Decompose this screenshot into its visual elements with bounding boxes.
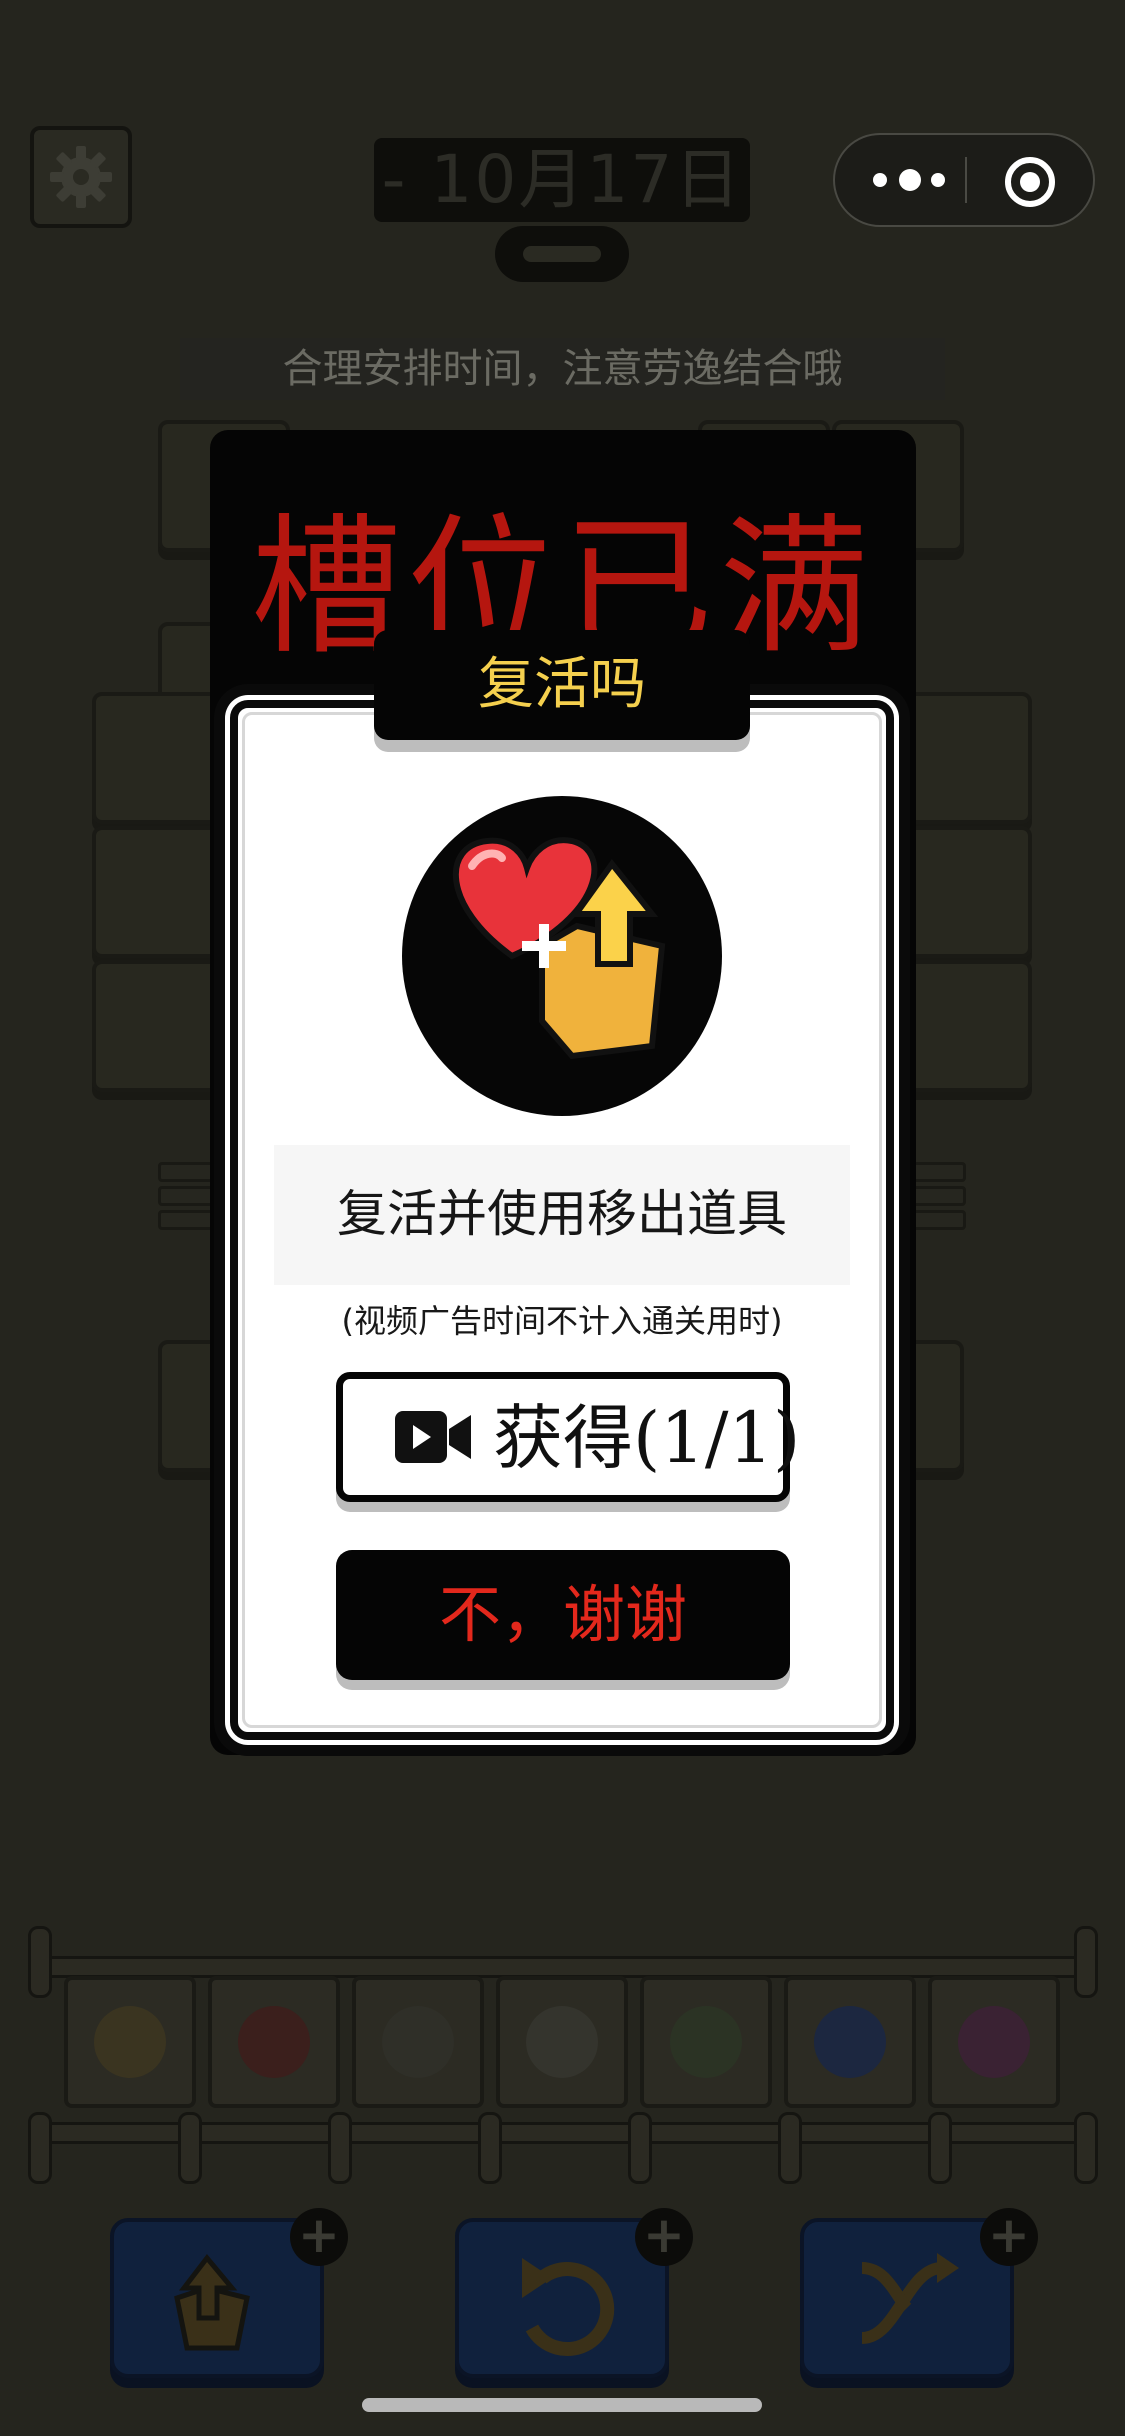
dialog-title: 复活吗 bbox=[478, 652, 646, 717]
shuffle-icon bbox=[861, 2253, 959, 2344]
tip-text: 合理安排时间，注意劳逸结合哦 bbox=[180, 338, 945, 400]
board-tile[interactable] bbox=[92, 960, 224, 1092]
dialog-title-tab: 复活吗 bbox=[374, 630, 750, 740]
undo-icon bbox=[522, 2258, 615, 2357]
revive-message: 复活并使用移出道具 bbox=[337, 1185, 787, 1243]
get-button-label: 获得(1/1) bbox=[493, 1397, 801, 1479]
garden-fork-icon bbox=[382, 2006, 454, 2078]
rack-post bbox=[928, 2112, 952, 2184]
collection-rack bbox=[28, 1926, 1098, 2216]
board-tile[interactable] bbox=[92, 826, 224, 958]
revive-icon-disk bbox=[402, 796, 722, 1116]
ad-time-note: (视频广告时间不计入通关用时) bbox=[341, 1302, 783, 1340]
more-dots-icon[interactable] bbox=[873, 165, 961, 195]
rack-post bbox=[1074, 2112, 1098, 2184]
rack-slot bbox=[496, 1976, 628, 2108]
home-indicator bbox=[362, 2398, 762, 2412]
rack-post bbox=[28, 2112, 52, 2184]
wheat-bundle-icon bbox=[94, 2006, 166, 2078]
rack-slot bbox=[208, 1976, 340, 2108]
rack-post bbox=[328, 2112, 352, 2184]
mini-program-capsule bbox=[833, 133, 1095, 227]
red-bucket-icon bbox=[238, 2006, 310, 2078]
rack-post bbox=[178, 2112, 202, 2184]
grass-tuft-icon bbox=[670, 2006, 742, 2078]
board-tile[interactable] bbox=[900, 960, 1032, 1092]
rack-post bbox=[1074, 1926, 1098, 1998]
date-banner: - 10月17日 - bbox=[374, 138, 750, 302]
fluffy-ball-icon bbox=[526, 2006, 598, 2078]
rack-slot bbox=[64, 1976, 196, 2108]
board-tile[interactable] bbox=[900, 692, 1032, 824]
bone-ornament bbox=[495, 226, 629, 282]
rack-post bbox=[778, 2112, 802, 2184]
blue-trowel-icon bbox=[814, 2006, 886, 2078]
video-camera-icon bbox=[395, 1411, 471, 1463]
capsule-divider bbox=[965, 157, 967, 203]
add-move-out-button[interactable]: + bbox=[290, 2208, 348, 2266]
board-tile[interactable] bbox=[900, 826, 1032, 958]
decline-button-label: 不，谢谢 bbox=[438, 1578, 687, 1651]
rack-post bbox=[628, 2112, 652, 2184]
target-circle-icon[interactable] bbox=[1005, 157, 1055, 207]
decline-button[interactable]: 不，谢谢 bbox=[336, 1550, 790, 1680]
rack-slot bbox=[784, 1976, 916, 2108]
add-shuffle-button[interactable]: + bbox=[980, 2208, 1038, 2266]
rack-slot bbox=[640, 1976, 772, 2108]
rack-slot bbox=[352, 1976, 484, 2108]
add-undo-button[interactable]: + bbox=[635, 2208, 693, 2266]
get-revive-button[interactable]: 获得(1/1) bbox=[336, 1372, 800, 1502]
heart-plus-moveout-icon bbox=[452, 837, 666, 1060]
board-tile[interactable] bbox=[92, 692, 224, 824]
rack-post bbox=[478, 2112, 502, 2184]
rack-rail bbox=[28, 1956, 1098, 1978]
move-out-icon bbox=[174, 2253, 250, 2351]
gear-icon bbox=[50, 146, 112, 208]
settings-button[interactable] bbox=[30, 126, 132, 228]
rack-slot bbox=[928, 1976, 1060, 2108]
rack-post bbox=[28, 1926, 52, 1998]
yarn-ball-icon bbox=[958, 2006, 1030, 2078]
